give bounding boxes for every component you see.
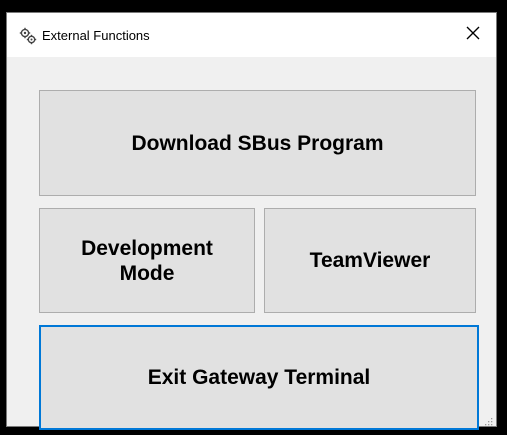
close-icon: [466, 26, 480, 45]
download-sbus-program-button[interactable]: Download SBus Program: [39, 90, 476, 196]
external-functions-window: External Functions Download SBus Program…: [6, 12, 497, 430]
window-content: Download SBus Program Development Mode T…: [7, 57, 496, 430]
window-title: External Functions: [42, 28, 150, 43]
development-mode-button[interactable]: Development Mode: [39, 208, 255, 313]
title-bar: External Functions: [7, 13, 496, 57]
close-button[interactable]: [450, 13, 496, 57]
exit-gateway-terminal-button[interactable]: Exit Gateway Terminal: [39, 325, 479, 430]
gears-icon: [19, 27, 37, 45]
resize-grip-icon[interactable]: [483, 413, 493, 426]
screenshot-frame: External Functions Download SBus Program…: [0, 0, 507, 435]
teamviewer-button[interactable]: TeamViewer: [264, 208, 476, 313]
